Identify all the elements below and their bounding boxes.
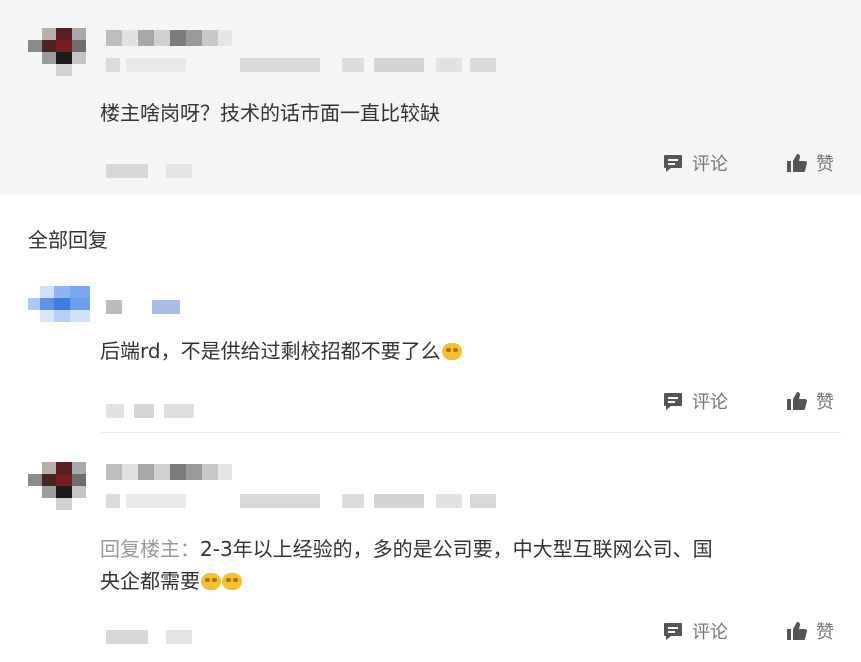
like-label: 赞 xyxy=(816,622,834,643)
section-title: 全部回复 xyxy=(28,228,108,252)
comment-icon xyxy=(664,393,682,410)
comment-meta xyxy=(106,58,506,74)
username[interactable] xyxy=(106,300,186,316)
like-button[interactable]: 赞 xyxy=(786,618,834,644)
op-comment-text: 楼主啥岗呀？技术的话市面一直比较缺 xyxy=(100,101,440,125)
comment-time xyxy=(106,404,202,420)
reply-text-line2: 央企都需要 xyxy=(100,566,242,596)
smirk-emoji xyxy=(441,343,462,360)
like-button[interactable]: 赞 xyxy=(786,388,834,414)
divider xyxy=(100,432,841,433)
reply-to-label[interactable]: 回复楼主： xyxy=(100,537,200,561)
thumbs-up-icon xyxy=(787,154,807,173)
like-label: 赞 xyxy=(816,392,834,413)
reply-text: 后端rd，不是供给过剩校招都不要了么 xyxy=(100,336,462,366)
reply-text: 回复楼主：2-3年以上经验的，多的是公司要，中大型互联网公司、国 xyxy=(100,537,713,561)
comment-icon xyxy=(664,155,682,172)
avatar[interactable] xyxy=(28,28,92,76)
thumbs-up-icon xyxy=(787,392,807,411)
comment-label: 评论 xyxy=(692,392,728,413)
comment-meta xyxy=(106,494,506,510)
comment-time xyxy=(106,630,202,646)
thumbs-up-icon xyxy=(787,622,807,641)
comment-time xyxy=(106,164,196,180)
like-button[interactable]: 赞 xyxy=(786,150,834,176)
comment-button[interactable]: 评论 xyxy=(662,618,728,644)
smile-emoji xyxy=(222,573,242,590)
avatar[interactable] xyxy=(28,462,92,510)
avatar[interactable] xyxy=(28,286,92,324)
comment-label: 评论 xyxy=(692,622,728,643)
username[interactable] xyxy=(106,30,236,50)
smile-emoji xyxy=(201,573,221,590)
username[interactable] xyxy=(106,464,236,484)
comment-icon xyxy=(664,623,682,640)
like-label: 赞 xyxy=(816,154,834,175)
comment-label: 评论 xyxy=(692,154,728,175)
comment-button[interactable]: 评论 xyxy=(662,388,728,414)
comment-button[interactable]: 评论 xyxy=(662,150,728,176)
